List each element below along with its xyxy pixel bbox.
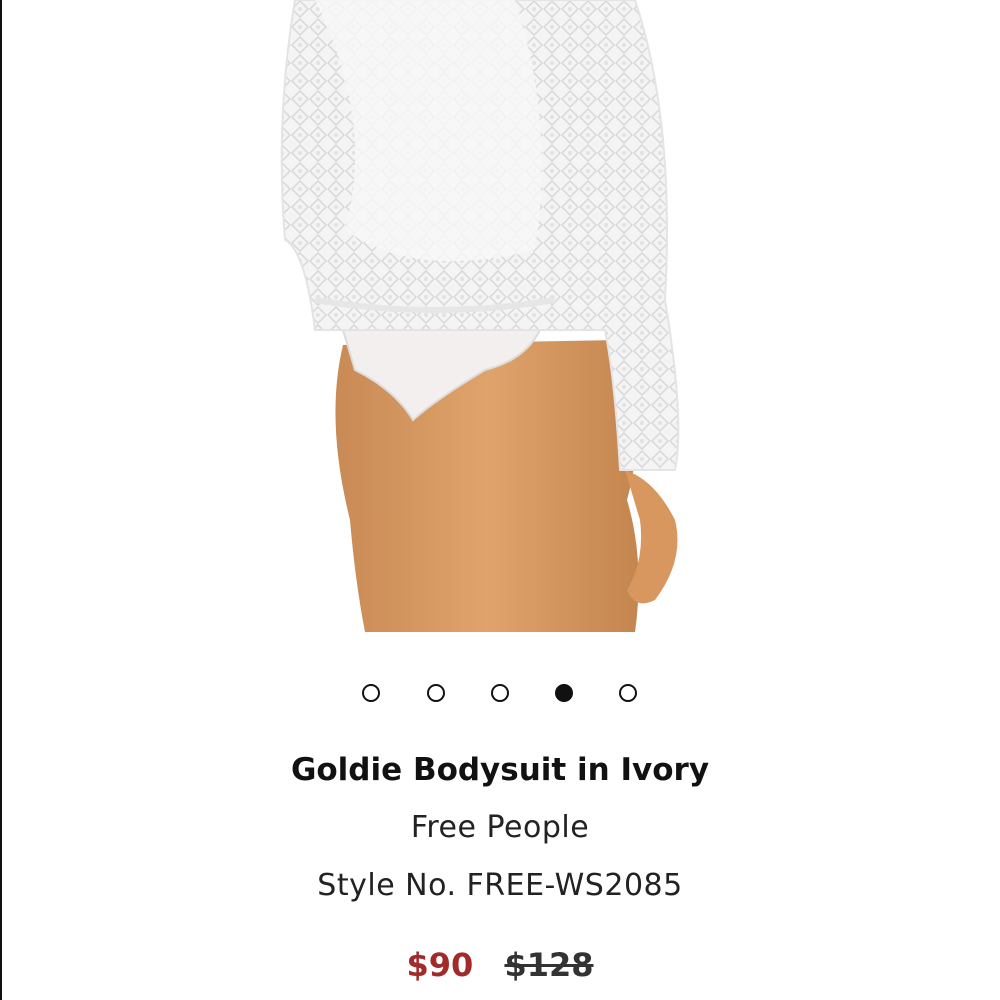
carousel-dot-2[interactable] <box>427 684 445 702</box>
sale-price: $90 <box>406 946 474 984</box>
product-brand[interactable]: Free People <box>0 810 1000 845</box>
product-title: Goldie Bodysuit in Ivory <box>290 752 710 788</box>
carousel-dot-3[interactable] <box>491 684 509 702</box>
carousel-dot-4-active[interactable] <box>555 684 573 702</box>
product-style-number: Style No. FREE-WS2085 <box>317 868 683 903</box>
price-row: $90 $128 <box>0 946 1000 984</box>
carousel-dot-5[interactable] <box>619 684 637 702</box>
carousel-dot-1[interactable] <box>362 684 380 702</box>
left-border <box>0 0 2 1000</box>
image-carousel-indicators <box>0 684 1000 706</box>
product-image[interactable] <box>255 0 715 632</box>
original-price: $128 <box>504 946 594 984</box>
